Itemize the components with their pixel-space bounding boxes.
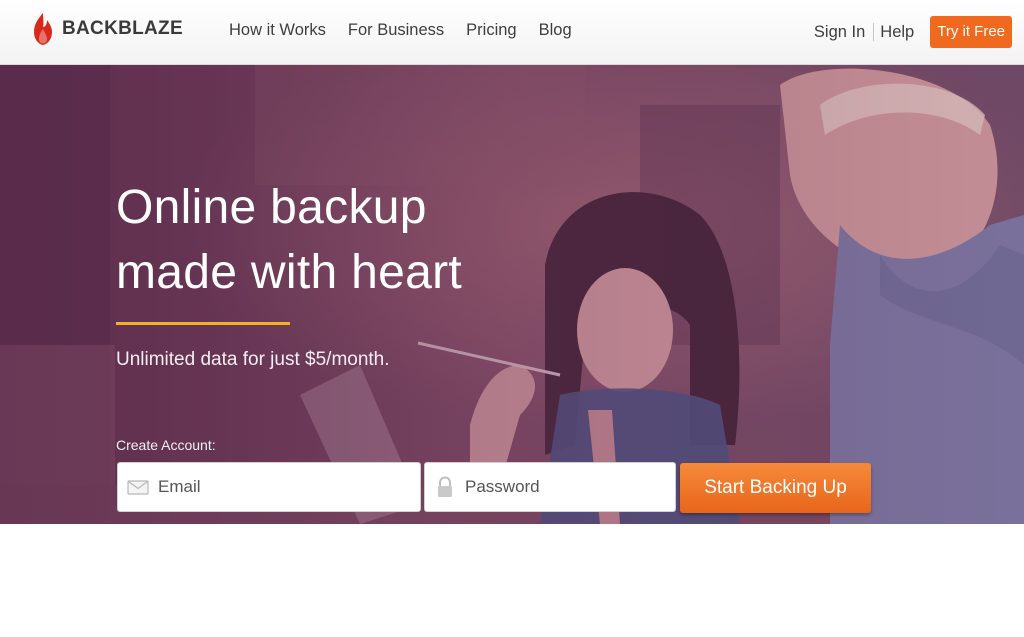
password-field[interactable] <box>424 462 676 512</box>
lock-icon <box>438 476 452 497</box>
password-input[interactable] <box>465 463 675 511</box>
email-field[interactable] <box>117 462 421 512</box>
headline-line-1: Online backup <box>116 181 427 234</box>
nav-for-business[interactable]: For Business <box>348 21 444 40</box>
try-it-free-button[interactable]: Try it Free <box>930 16 1012 48</box>
main-nav: How it Works For Business Pricing Blog <box>229 21 594 40</box>
help-link[interactable]: Help <box>880 23 914 42</box>
hero-subline: Unlimited data for just $5/month. <box>116 349 390 370</box>
email-input[interactable] <box>158 463 420 511</box>
backblaze-logo[interactable]: BACKBLAZE <box>31 11 183 47</box>
brand-name: BACKBLAZE <box>62 18 183 39</box>
accent-rule <box>116 322 290 325</box>
nav-blog[interactable]: Blog <box>539 21 572 40</box>
sign-in-link[interactable]: Sign In <box>814 23 865 42</box>
hero-section: Online backup made with heart Unlimited … <box>0 65 1024 524</box>
account-nav: Sign In Help Try it Free <box>814 16 1012 48</box>
create-account-label: Create Account: <box>116 437 216 453</box>
nav-divider <box>873 23 875 41</box>
nav-how-it-works[interactable]: How it Works <box>229 21 326 40</box>
flame-icon <box>34 13 52 45</box>
top-header: BACKBLAZE How it Works For Business Pric… <box>0 0 1024 65</box>
headline-line-2: made with heart <box>116 246 463 299</box>
start-backing-up-button[interactable]: Start Backing Up <box>680 463 871 513</box>
hero-headline: Online backup made with heart <box>116 175 462 305</box>
nav-pricing[interactable]: Pricing <box>466 21 516 40</box>
envelope-icon <box>127 480 149 495</box>
